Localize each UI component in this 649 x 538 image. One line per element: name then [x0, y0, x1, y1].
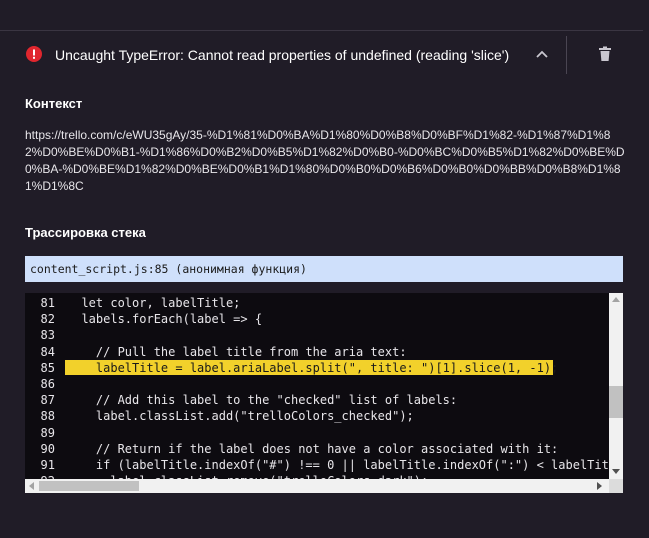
- trash-icon[interactable]: [596, 45, 614, 63]
- line-source: labelTitle = label.ariaLabel.split(", ti…: [67, 360, 559, 375]
- line-number: 84: [40, 344, 55, 359]
- line-source: if (labelTitle.indexOf("#") !== 0 || lab…: [67, 458, 623, 472]
- code-line: 91 if (labelTitle.indexOf("#") !== 0 || …: [25, 457, 623, 473]
- line-number: 81: [40, 296, 55, 310]
- line-number: 87: [40, 393, 55, 408]
- code-line: 86: [25, 376, 609, 392]
- code-line: 83: [25, 327, 609, 343]
- scroll-right-arrow-icon[interactable]: [597, 482, 602, 490]
- code-line: 81 let color, labelTitle;: [25, 295, 609, 311]
- line-number: 89: [40, 425, 55, 440]
- context-url: https://trello.com/c/eWU35gAy/35-%D1%81%…: [25, 128, 625, 193]
- scroll-left-arrow-icon[interactable]: [29, 482, 34, 490]
- line-number: 86: [40, 377, 55, 391]
- stack-trace-heading: Трассировка стека: [25, 225, 146, 240]
- vertical-scrollbar[interactable]: [609, 293, 623, 479]
- code-line: 87 // Add this label to the "checked" li…: [25, 392, 609, 408]
- line-source: label.classList.add("trelloColors_checke…: [67, 409, 414, 424]
- line-source: // Add this label to the "checked" list …: [67, 393, 458, 408]
- header-separator: [566, 36, 567, 74]
- context-heading: Контекст: [25, 96, 83, 111]
- code-viewer: 81 let color, labelTitle; 82 labels.forEa…: [25, 293, 623, 493]
- line-number: 82: [40, 312, 55, 327]
- scroll-up-arrow-icon[interactable]: [612, 297, 620, 302]
- scroll-down-arrow-icon[interactable]: [612, 469, 620, 474]
- scrollbar-corner: [609, 479, 623, 493]
- code-line: 84 // Pull the label title from the aria…: [25, 344, 609, 360]
- code-line-highlighted: 85 labelTitle = label.ariaLabel.split(",…: [25, 359, 609, 376]
- line-number: 83: [40, 328, 55, 343]
- stack-frame[interactable]: content_script.js:85 (анонимная функция): [25, 256, 623, 282]
- chevron-up-icon[interactable]: [533, 46, 551, 64]
- line-source: // Pull the label title from the aria te…: [67, 344, 407, 359]
- code-line: 89: [25, 425, 609, 441]
- horizontal-scrollbar[interactable]: [25, 479, 609, 493]
- line-number: 85: [40, 360, 55, 375]
- line-source: let color, labelTitle;: [67, 296, 241, 310]
- error-title: Uncaught TypeError: Cannot read properti…: [55, 47, 510, 63]
- line-source: labels.forEach(label => {: [67, 312, 263, 327]
- stack-frame-label: content_script.js:85 (анонимная функция): [30, 262, 307, 276]
- line-number: 90: [40, 441, 55, 456]
- code-line: 88 label.classList.add("trelloColors_che…: [25, 408, 609, 424]
- vertical-scroll-thumb[interactable]: [609, 386, 623, 418]
- line-source: // Return if the label does not have a c…: [67, 441, 559, 456]
- code-line: 90 // Return if the label does not have …: [25, 441, 609, 457]
- code-line: 82 labels.forEach(label => {: [25, 311, 609, 327]
- error-icon: [26, 46, 42, 62]
- horizontal-scroll-thumb[interactable]: [39, 481, 139, 491]
- line-number: 91: [40, 458, 55, 472]
- line-number: 88: [40, 409, 55, 424]
